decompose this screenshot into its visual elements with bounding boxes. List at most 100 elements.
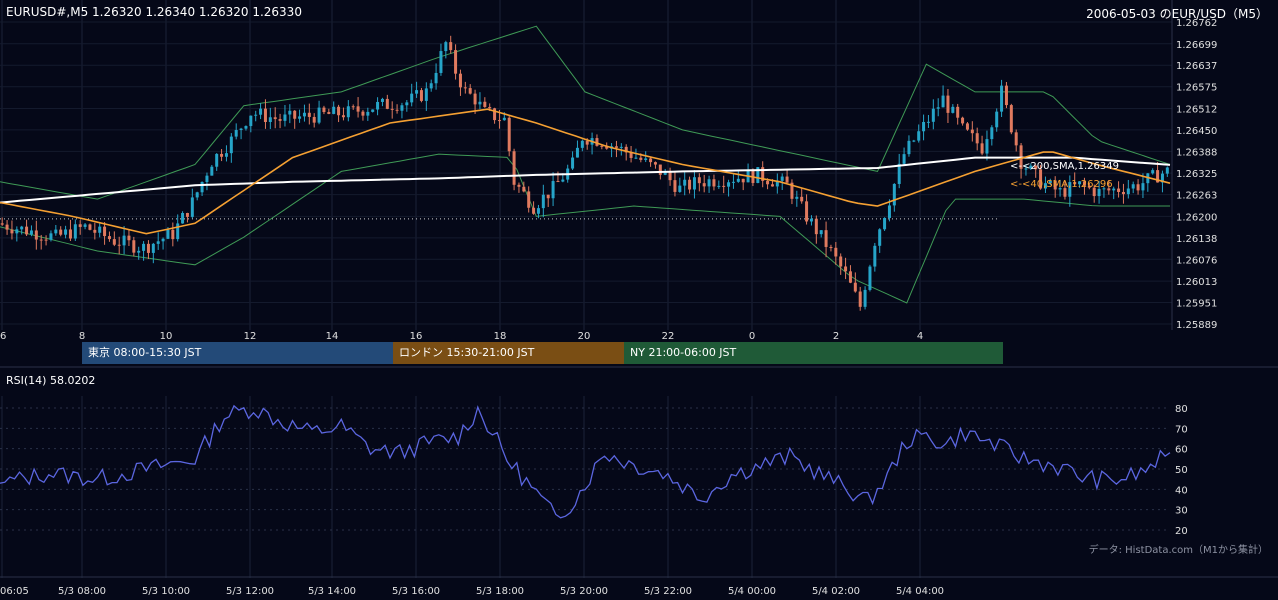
candle-up [283, 114, 287, 121]
candle-up [429, 83, 433, 89]
candle-up [985, 139, 989, 154]
candle-up [951, 106, 955, 113]
candle-down [697, 177, 701, 184]
candle-up [912, 140, 916, 142]
candle-down [522, 186, 526, 192]
candle-down [220, 153, 224, 157]
candle-up [941, 95, 945, 108]
candle-down [395, 109, 399, 111]
rsi-tick-label: 50 [1175, 465, 1188, 476]
candle-up [366, 111, 370, 116]
hour-tick-label: 20 [578, 331, 591, 342]
candle-down [668, 172, 672, 181]
rsi-tick-label: 20 [1175, 526, 1188, 537]
candle-down [527, 191, 531, 208]
price-tick-label: 1.26013 [1176, 277, 1217, 288]
candle-down [5, 224, 9, 230]
candle-up [73, 224, 77, 239]
candle-up [254, 114, 258, 116]
candle-down [68, 229, 72, 239]
candle-down [322, 107, 326, 113]
hour-tick-label: 8 [79, 331, 85, 342]
candle-up [1151, 170, 1155, 174]
candle-down [117, 244, 121, 246]
candle-down [975, 133, 979, 144]
candle-up [161, 238, 165, 242]
rsi-tick-label: 40 [1175, 485, 1188, 496]
candle-down [532, 207, 536, 214]
candle-up [892, 183, 896, 206]
candle-down [1121, 191, 1125, 195]
candle-up [410, 93, 414, 103]
time-tick-label: 5/3 22:00 [644, 586, 692, 597]
candle-up [727, 182, 731, 187]
candle-up [878, 229, 882, 246]
session-bar-newyork: NY 21:00-06:00 JST [624, 342, 1003, 364]
hour-tick-label: 14 [326, 331, 339, 342]
candle-down [965, 123, 969, 130]
candle-up [20, 226, 24, 230]
candle-up [1165, 167, 1169, 174]
candle-down [1004, 85, 1008, 106]
candle-up [210, 166, 214, 176]
candle-up [731, 181, 735, 183]
candle-down [824, 230, 828, 247]
price-tick-label: 1.26325 [1176, 169, 1217, 180]
candle-down [848, 271, 852, 283]
time-tick-label: 5/3 14:00 [308, 586, 356, 597]
candle-down [278, 119, 282, 121]
candle-down [473, 93, 477, 105]
candle-up [205, 175, 209, 183]
price-tick-label: 1.26263 [1176, 191, 1217, 202]
candle-up [478, 101, 482, 105]
rsi-tick-label: 30 [1175, 506, 1188, 517]
candle-up [1131, 184, 1135, 189]
candle-up [259, 108, 263, 115]
candle-up [98, 226, 102, 233]
price-tick-label: 1.26076 [1176, 255, 1217, 266]
candle-down [390, 108, 394, 110]
candle-down [517, 184, 521, 187]
candle-up [444, 42, 448, 52]
hour-tick-label: 16 [410, 331, 423, 342]
time-tick-label: 5/3 16:00 [392, 586, 440, 597]
session-bar-london: ロンドン 15:30-21:00 JST [393, 342, 624, 364]
rsi-line [0, 404, 1171, 519]
candle-up [49, 233, 53, 240]
candle-up [995, 111, 999, 128]
candle-up [244, 126, 248, 129]
candle-up [619, 146, 623, 148]
candle-up [268, 117, 272, 123]
candle-up [151, 243, 155, 253]
candle-up [809, 218, 813, 222]
candle-down [356, 106, 360, 112]
candle-up [926, 121, 930, 123]
sma200-line [0, 156, 1171, 204]
hour-tick-label: 10 [160, 331, 173, 342]
candle-down [1136, 184, 1140, 191]
candle-up [83, 224, 87, 227]
candle-down [185, 212, 189, 217]
candle-down [814, 218, 818, 235]
candle-down [688, 179, 692, 190]
candle-down [497, 120, 501, 122]
candle-down [103, 226, 107, 237]
candle-up [780, 176, 784, 181]
time-tick-label: 5/4 04:00 [896, 586, 944, 597]
hour-tick-label: 18 [494, 331, 507, 342]
candle-up [439, 51, 443, 73]
candle-up [190, 197, 194, 217]
candle-up [907, 140, 911, 155]
candle-up [64, 229, 68, 235]
candle-down [839, 256, 843, 267]
candle-up [166, 229, 170, 239]
candle-down [385, 98, 389, 109]
time-tick-label: 06:05 [0, 586, 29, 597]
candle-up [332, 106, 336, 114]
candle-up [215, 153, 219, 167]
candle-down [59, 229, 63, 235]
candle-up [195, 192, 199, 198]
candle-down [946, 95, 950, 113]
candle-down [488, 106, 492, 109]
candle-up [575, 147, 579, 158]
